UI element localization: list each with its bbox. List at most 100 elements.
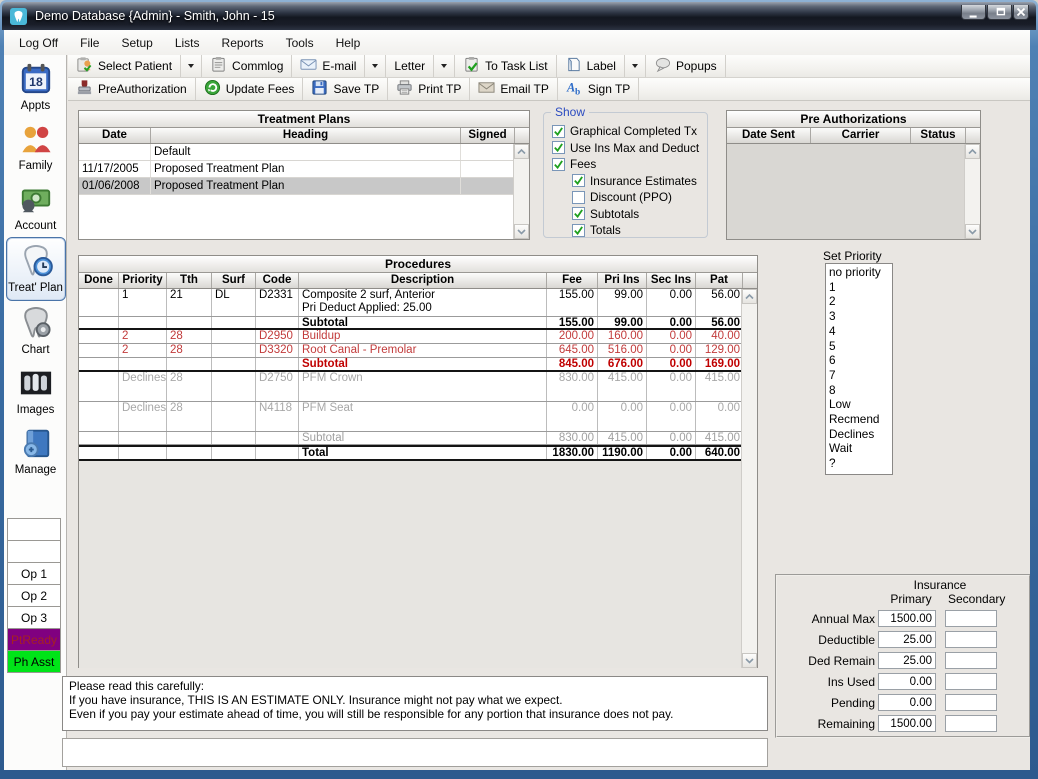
- select-patient-dropdown-arrow[interactable]: [180, 55, 201, 77]
- to-task-list-button[interactable]: To Task List: [455, 55, 556, 77]
- scroll-track[interactable]: [514, 159, 529, 224]
- insurance-primary-value[interactable]: 25.00: [878, 652, 936, 669]
- scrollbar[interactable]: [741, 289, 757, 668]
- module-account[interactable]: Account: [6, 177, 66, 237]
- op-cell-ptready[interactable]: PtReady: [7, 628, 61, 651]
- insurance-secondary-value[interactable]: [945, 715, 997, 732]
- label-dropdown-arrow[interactable]: [624, 55, 645, 77]
- procedure-row[interactable]: Declines28D2750PFM Crown830.00415.000.00…: [79, 372, 743, 402]
- menu-tools[interactable]: Tools: [275, 33, 325, 53]
- commlog-button[interactable]: Commlog: [202, 55, 292, 77]
- letter-button[interactable]: Letter: [386, 55, 455, 77]
- update-fees-button[interactable]: Update Fees: [196, 78, 304, 100]
- show-option-insurance-estimates[interactable]: Insurance Estimates: [572, 173, 707, 190]
- scroll-track[interactable]: [965, 159, 980, 224]
- scroll-down-button[interactable]: [965, 224, 980, 239]
- priority-option-no-priority[interactable]: no priority: [829, 265, 892, 280]
- show-option-discount-ppo[interactable]: Discount (PPO): [572, 189, 707, 206]
- checked-checkbox[interactable]: [572, 174, 585, 187]
- op-cell-blank[interactable]: [7, 540, 61, 563]
- module-family[interactable]: Family: [6, 117, 66, 177]
- unchecked-checkbox[interactable]: [572, 191, 585, 204]
- scrollbar[interactable]: [964, 144, 980, 239]
- priority-option-low[interactable]: Low: [829, 397, 892, 412]
- checked-checkbox[interactable]: [552, 125, 565, 138]
- module-chart[interactable]: Chart: [6, 301, 66, 361]
- op-cell-op-2[interactable]: Op 2: [7, 584, 61, 607]
- scroll-up-button[interactable]: [965, 144, 980, 159]
- priority-option-blank[interactable]: ?: [829, 456, 892, 471]
- insurance-primary-value[interactable]: 1500.00: [878, 715, 936, 732]
- restore-button[interactable]: [987, 5, 1012, 20]
- menu-reports[interactable]: Reports: [211, 33, 275, 53]
- menu-help[interactable]: Help: [325, 33, 372, 53]
- bottom-note-input[interactable]: [62, 738, 768, 767]
- insurance-secondary-value[interactable]: [945, 694, 997, 711]
- e-mail-dropdown-arrow[interactable]: [364, 55, 385, 77]
- priority-option-2[interactable]: 2: [829, 294, 892, 309]
- insurance-secondary-value[interactable]: [945, 631, 997, 648]
- procedure-row[interactable]: Subtotal155.0099.000.0056.00: [79, 317, 743, 330]
- procedure-row[interactable]: Declines28N4118PFM Seat0.000.000.000.00: [79, 402, 743, 432]
- save-tp-button[interactable]: Save TP: [303, 78, 388, 100]
- scroll-down-button[interactable]: [514, 224, 529, 239]
- insurance-secondary-value[interactable]: [945, 652, 997, 669]
- close-button[interactable]: [1013, 5, 1029, 20]
- minimize-button[interactable]: [961, 5, 986, 20]
- label-button[interactable]: Label: [557, 55, 646, 77]
- insurance-secondary-value[interactable]: [945, 610, 997, 627]
- show-option-fees[interactable]: Fees: [552, 156, 707, 173]
- popups-button[interactable]: Popups: [646, 55, 726, 77]
- menu-lists[interactable]: Lists: [164, 33, 211, 53]
- priority-option-7[interactable]: 7: [829, 368, 892, 383]
- procedure-row[interactable]: Total1830.001190.000.00640.00: [79, 445, 743, 461]
- treatment-plan-row[interactable]: 11/17/2005Proposed Treatment Plan: [79, 161, 529, 178]
- module-images[interactable]: Images: [6, 361, 66, 421]
- procedure-row[interactable]: 121DLD2331Composite 2 surf, AnteriorPri …: [79, 289, 743, 317]
- show-option-use-ins-max-and-deduct[interactable]: Use Ins Max and Deduct: [552, 140, 707, 157]
- scroll-track[interactable]: [742, 304, 757, 653]
- priority-option-3[interactable]: 3: [829, 309, 892, 324]
- op-cell-op-3[interactable]: Op 3: [7, 606, 61, 629]
- priority-option-5[interactable]: 5: [829, 339, 892, 354]
- priority-option-6[interactable]: 6: [829, 353, 892, 368]
- priority-option-wait[interactable]: Wait: [829, 441, 892, 456]
- scroll-down-button[interactable]: [742, 653, 757, 668]
- show-option-graphical-completed-tx[interactable]: Graphical Completed Tx: [552, 123, 707, 140]
- checked-checkbox[interactable]: [572, 207, 585, 220]
- menu-file[interactable]: File: [69, 33, 110, 53]
- letter-dropdown-arrow[interactable]: [433, 55, 454, 77]
- priority-option-8[interactable]: 8: [829, 383, 892, 398]
- print-tp-button[interactable]: Print TP: [388, 78, 470, 100]
- menu-setup[interactable]: Setup: [110, 33, 163, 53]
- op-cell-ph-asst[interactable]: Ph Asst: [7, 650, 61, 673]
- priority-option-declines[interactable]: Declines: [829, 427, 892, 442]
- scroll-up-button[interactable]: [514, 144, 529, 159]
- scroll-up-button[interactable]: [742, 289, 757, 304]
- show-option-totals[interactable]: Totals: [572, 222, 707, 239]
- module-treat-plan[interactable]: Treat' Plan: [6, 237, 66, 301]
- procedure-row[interactable]: 228D2950Buildup200.00160.000.0040.00: [79, 330, 743, 344]
- treatment-plan-row[interactable]: 01/06/2008Proposed Treatment Plan: [79, 178, 529, 195]
- preauthorization-button[interactable]: PreAuthorization: [68, 78, 196, 100]
- insurance-primary-value[interactable]: 0.00: [878, 673, 936, 690]
- menu-log-off[interactable]: Log Off: [8, 33, 69, 53]
- email-tp-button[interactable]: Email TP: [470, 78, 557, 100]
- op-cell-op-1[interactable]: Op 1: [7, 562, 61, 585]
- op-cell-blank[interactable]: [7, 518, 61, 541]
- procedure-row[interactable]: 228D3320Root Canal - Premolar645.00516.0…: [79, 344, 743, 358]
- priority-option-4[interactable]: 4: [829, 324, 892, 339]
- select-patient-button[interactable]: Select Patient: [68, 55, 202, 77]
- priority-option-recmend[interactable]: Recmend: [829, 412, 892, 427]
- title-bar[interactable]: Demo Database {Admin} - Smith, John - 15: [2, 2, 1036, 30]
- insurance-primary-value[interactable]: 25.00: [878, 631, 936, 648]
- insurance-secondary-value[interactable]: [945, 673, 997, 690]
- procedure-row[interactable]: Subtotal830.00415.000.00415.00: [79, 432, 743, 445]
- checked-checkbox[interactable]: [552, 141, 565, 154]
- checked-checkbox[interactable]: [552, 158, 565, 171]
- module-appts[interactable]: 18Appts: [6, 57, 66, 117]
- show-option-subtotals[interactable]: Subtotals: [572, 206, 707, 223]
- sign-tp-button[interactable]: AbSign TP: [558, 78, 639, 100]
- priority-option-1[interactable]: 1: [829, 280, 892, 295]
- scrollbar[interactable]: [513, 144, 529, 239]
